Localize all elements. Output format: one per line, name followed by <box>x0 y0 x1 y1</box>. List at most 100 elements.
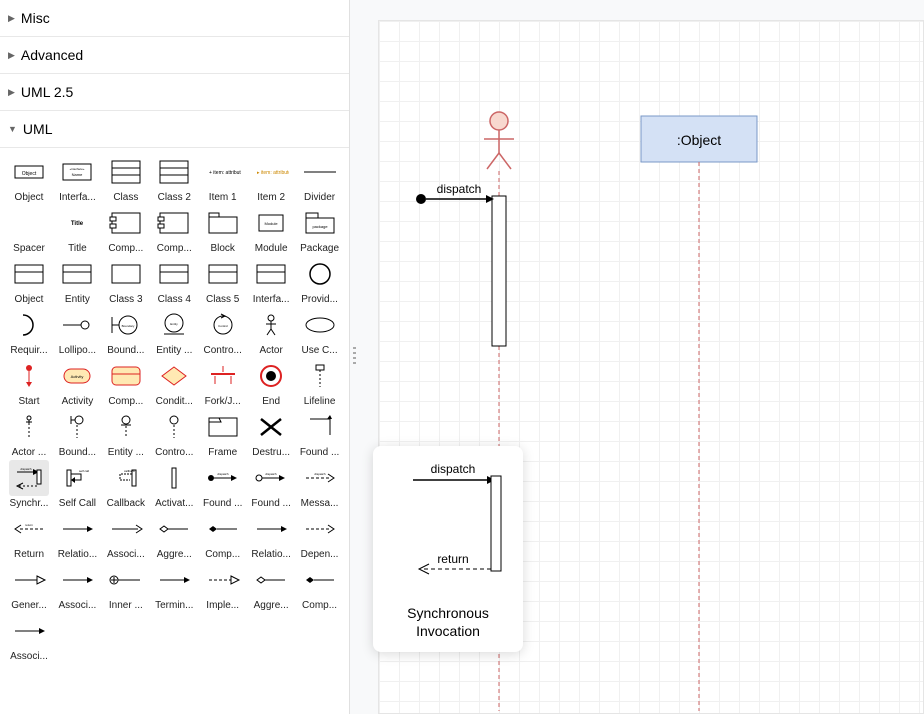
shape-thumb-icon[interactable] <box>106 154 146 190</box>
sidebar[interactable]: ▶ Misc ▶ Advanced ▶ UML 2.5 ▼ UML Object… <box>0 0 350 714</box>
shape-thumb-icon[interactable]: dispatch <box>9 460 49 496</box>
shape-thumb-icon[interactable] <box>154 409 194 445</box>
shape-thumb-icon[interactable] <box>300 562 340 598</box>
shape-bound-life[interactable]: Bound... <box>54 409 100 458</box>
shape-control-life[interactable]: Contro... <box>151 409 197 458</box>
shape-rect-2band[interactable]: Class 5 <box>200 256 246 305</box>
shape-thumb-icon[interactable] <box>106 409 146 445</box>
shape-thumb-icon[interactable] <box>300 307 340 343</box>
shape-circle-o[interactable]: Provid... <box>297 256 343 305</box>
shape-thumb-icon[interactable]: + item: attribute <box>203 154 243 190</box>
shape-title-text[interactable]: TitleTitle <box>54 205 100 254</box>
section-uml25[interactable]: ▶ UML 2.5 <box>0 74 349 111</box>
shape-thumb-icon[interactable] <box>154 256 194 292</box>
shape-thumb-icon[interactable] <box>57 511 97 547</box>
shape-thumb-icon[interactable] <box>203 511 243 547</box>
shape-cross[interactable]: Destru... <box>248 409 294 458</box>
shape-thumb-icon[interactable]: «interface»Name <box>57 154 97 190</box>
shape-block-tab[interactable]: Block <box>200 205 246 254</box>
shape-arrow-solid[interactable]: Relatio... <box>248 511 294 560</box>
shape-red-end[interactable]: End <box>248 358 294 407</box>
shape-callback[interactable]: callbackCallback <box>103 460 149 509</box>
shape-package[interactable]: packagePackage <box>297 205 343 254</box>
shape-self-call[interactable]: self callSelf Call <box>54 460 100 509</box>
shape-frame[interactable]: Frame <box>200 409 246 458</box>
shape-thumb-icon[interactable] <box>9 613 49 649</box>
shape-thumb-icon[interactable]: return <box>9 511 49 547</box>
shape-thumb-icon[interactable] <box>106 562 146 598</box>
section-advanced[interactable]: ▶ Advanced <box>0 37 349 74</box>
shape-thumb-icon[interactable]: dispatch <box>251 460 291 496</box>
shape-thumb-icon[interactable] <box>300 409 340 445</box>
shape-thumb-icon[interactable] <box>300 358 340 394</box>
shape-actor[interactable]: Actor <box>248 307 294 356</box>
shape-thumb-icon[interactable]: Control <box>203 307 243 343</box>
shape-thumb-icon[interactable] <box>251 409 291 445</box>
shape-arrow-circle[interactable]: Inner ... <box>103 562 149 611</box>
splitter[interactable] <box>350 0 358 714</box>
shape-thumb-icon[interactable] <box>203 358 243 394</box>
shape-rect-2band[interactable]: Class 4 <box>151 256 197 305</box>
shape-entity-life[interactable]: Entity ... <box>103 409 149 458</box>
shape-thumb-icon[interactable] <box>251 511 291 547</box>
shape-arrow-dash[interactable]: dispatchMessa... <box>297 460 343 509</box>
section-uml[interactable]: ▼ UML <box>0 111 349 148</box>
shape-thumb-icon[interactable] <box>9 562 49 598</box>
shape-thumb-icon[interactable] <box>57 307 97 343</box>
shape-lollipop[interactable]: Lollipo... <box>54 307 100 356</box>
shape-thumb-icon[interactable] <box>251 307 291 343</box>
shape-half-arc[interactable]: Requir... <box>6 307 52 356</box>
shape-arrow-dash-open[interactable]: Depen... <box>297 511 343 560</box>
shape-thumb-icon[interactable] <box>154 358 194 394</box>
shape-module[interactable]: ModuleModule <box>248 205 294 254</box>
shape-thumb-icon[interactable]: Object <box>9 154 49 190</box>
shape-thumb-icon[interactable] <box>9 307 49 343</box>
shape-arrow-solid[interactable]: Relatio... <box>54 511 100 560</box>
shape-thumb-icon[interactable]: Module <box>251 205 291 241</box>
shape-arrow-diamond[interactable]: Aggre... <box>248 562 294 611</box>
shape-thumb-icon[interactable] <box>300 511 340 547</box>
shape-thumb-icon[interactable] <box>203 205 243 241</box>
shape-arrow-return[interactable]: returnReturn <box>6 511 52 560</box>
shape-control-obj[interactable]: ControlContro... <box>200 307 246 356</box>
shape-thumb-icon[interactable] <box>300 154 340 190</box>
shape-item-text[interactable]: + item: attributeItem 1 <box>200 154 246 203</box>
dispatch-message[interactable]: dispatch <box>416 182 506 346</box>
shape-rect-2band[interactable]: Entity <box>54 256 100 305</box>
shape-arrow-open[interactable]: Associ... <box>103 511 149 560</box>
shape-found-msg-o[interactable]: dispatchFound ... <box>248 460 294 509</box>
canvas[interactable]: :Object dispatch dispatch <box>378 20 924 714</box>
shape-red-start[interactable]: Start <box>6 358 52 407</box>
shape-actor-life[interactable]: Actor ... <box>6 409 52 458</box>
shape-thumb-icon[interactable] <box>106 358 146 394</box>
shape-found-msg[interactable]: dispatchFound ... <box>200 460 246 509</box>
shape-arrow-tri[interactable]: Gener... <box>6 562 52 611</box>
shape-thumb-icon[interactable] <box>154 511 194 547</box>
shape-thumb-icon[interactable] <box>154 205 194 241</box>
shape-arrow-dash-tri[interactable]: Imple... <box>200 562 246 611</box>
shape-boundary-obj[interactable]: BoundaryBound... <box>103 307 149 356</box>
shape-comp1[interactable]: Comp... <box>103 205 149 254</box>
shape-thumb-icon[interactable] <box>251 358 291 394</box>
shape-thumb-icon[interactable]: Title <box>57 205 97 241</box>
shape-thumb-icon[interactable] <box>106 511 146 547</box>
shape-red-composite[interactable]: Comp... <box>103 358 149 407</box>
shape-blank[interactable]: Spacer <box>6 205 52 254</box>
shape-thumb-icon[interactable]: callback <box>106 460 146 496</box>
shape-red-diamond[interactable]: Condit... <box>151 358 197 407</box>
shape-thumb-icon[interactable] <box>9 409 49 445</box>
shape-thumb-icon[interactable] <box>9 256 49 292</box>
shape-thumb-icon[interactable] <box>203 256 243 292</box>
shape-activation-bar[interactable]: Activat... <box>151 460 197 509</box>
shape-lifeline[interactable]: Lifeline <box>297 358 343 407</box>
shape-thumb-icon[interactable]: Entity <box>154 307 194 343</box>
shape-thumb-icon[interactable] <box>57 256 97 292</box>
shape-thumb-icon[interactable] <box>106 256 146 292</box>
shape-rect-2band[interactable]: Object <box>6 256 52 305</box>
shape-arrow-solid[interactable]: Termin... <box>151 562 197 611</box>
shape-rect-2band-o[interactable]: Class 3 <box>103 256 149 305</box>
shape-thumb-icon[interactable] <box>251 562 291 598</box>
shape-red-activity[interactable]: ActivityActivity <box>54 358 100 407</box>
shape-arrow-filled-diamond[interactable]: Comp... <box>200 511 246 560</box>
shape-arrow-filled-diamond[interactable]: Comp... <box>297 562 343 611</box>
